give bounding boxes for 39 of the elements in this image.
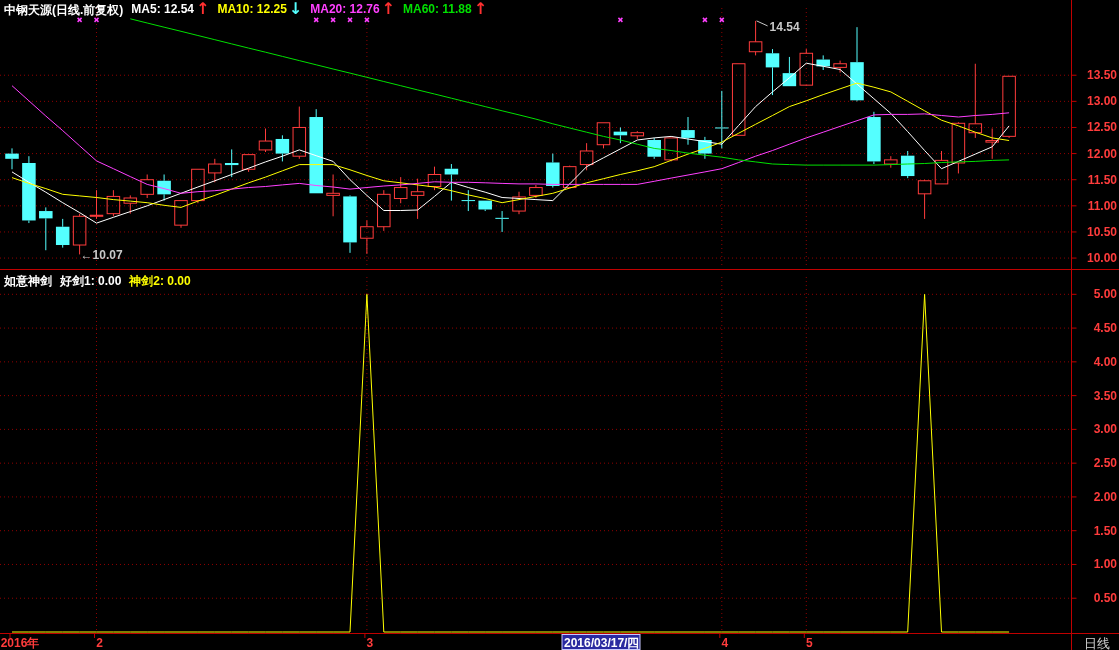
axis-label: 3.00 — [1093, 422, 1117, 437]
axis-label: 4.00 — [1093, 354, 1117, 369]
axis-label: 13.00 — [1086, 94, 1117, 109]
period-label: 日线 — [1084, 636, 1110, 650]
legend-item: MA10: 12.25 — [217, 2, 287, 18]
date-axis-label: 2016年 — [0, 636, 40, 650]
axis-label: 10.00 — [1086, 251, 1117, 266]
date-axis-label: 5 — [805, 636, 813, 650]
axis-label: 2.00 — [1093, 489, 1117, 504]
trend-arrow: ↑ — [473, 2, 488, 19]
date-cursor-label: 2016/03/17/四 — [561, 634, 641, 650]
axis-label: 12.50 — [1086, 120, 1117, 135]
axis-label: 2.50 — [1093, 456, 1117, 471]
legend-item: MA20: 12.76 — [310, 2, 380, 18]
legend-item: MA5: 12.54 — [131, 2, 195, 18]
axis-label: 1.50 — [1093, 523, 1117, 538]
chart-title: 中钢天源(日线.前复权) — [4, 2, 124, 19]
low-price-label: ←10.07 — [80, 248, 123, 263]
axis-label: 10.50 — [1086, 224, 1117, 239]
axis-label: 0.50 — [1093, 591, 1117, 606]
axis-label: 12.00 — [1086, 146, 1117, 161]
axis-label: 11.50 — [1087, 172, 1117, 187]
high-price-label: 14.54 — [769, 19, 800, 34]
axis-label: 3.50 — [1093, 388, 1117, 403]
legend-item: MA60: 11.88 — [403, 2, 472, 18]
date-axis-label: 2 — [96, 636, 103, 650]
legend-item: 神剑2: 0.00 — [129, 273, 191, 290]
indicator-title: 如意神剑 — [4, 273, 52, 290]
date-axis-label: 3 — [366, 636, 374, 650]
date-axis-label: 4 — [721, 636, 729, 650]
trend-arrow: ↓ — [288, 2, 303, 19]
axis-label: 4.50 — [1093, 321, 1117, 336]
trend-arrow: ↑ — [381, 2, 395, 19]
axis-label: 11.00 — [1087, 198, 1117, 213]
trend-arrow: ↑ — [196, 2, 210, 19]
axis-label: 1.00 — [1093, 557, 1117, 572]
legend-item: 好剑1: 0.00 — [60, 273, 122, 290]
axis-label: 13.50 — [1086, 68, 1117, 83]
axis-label: 5.00 — [1093, 287, 1117, 302]
